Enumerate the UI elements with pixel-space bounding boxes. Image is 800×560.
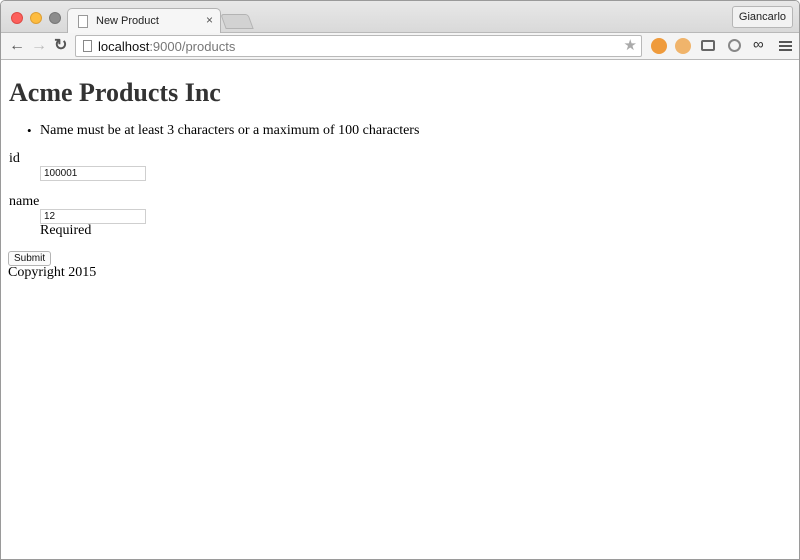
new-tab-button[interactable]: [220, 14, 254, 29]
menu-icon[interactable]: [779, 41, 792, 53]
minimize-window-button[interactable]: [30, 12, 42, 24]
browser-toolbar: ← → ↻ localhost:9000/products ★ ∞: [1, 33, 799, 60]
submit-button[interactable]: Submit: [8, 251, 52, 266]
id-field[interactable]: [40, 166, 146, 181]
browser-window: New Product × Giancarlo ← → ↻ localhost:…: [0, 0, 800, 560]
id-label: id: [9, 151, 20, 166]
close-icon[interactable]: ×: [206, 13, 213, 27]
cast-icon[interactable]: [701, 40, 715, 51]
url-text[interactable]: localhost:9000/products: [98, 39, 235, 54]
profile-button[interactable]: Giancarlo: [731, 6, 793, 28]
name-label: name: [9, 194, 40, 209]
close-window-button[interactable]: [11, 12, 23, 24]
page-icon: [83, 40, 92, 52]
tab-bar: New Product × Giancarlo: [1, 1, 799, 34]
name-field[interactable]: [40, 209, 146, 224]
tab-new-product[interactable]: New Product ×: [67, 8, 221, 34]
url-host: localhost: [98, 39, 150, 54]
extension-icon[interactable]: [675, 38, 691, 54]
reload-icon[interactable]: ↻: [54, 36, 67, 56]
name-help-text: Required: [40, 223, 92, 238]
extension-icon[interactable]: ∞: [753, 36, 764, 53]
page-icon: [78, 15, 88, 28]
extension-icon[interactable]: [728, 39, 741, 52]
page-content: Acme Products Inc Name must be at least …: [1, 61, 799, 559]
footer-copyright: Copyright 2015: [8, 265, 97, 280]
maximize-window-button[interactable]: [49, 12, 61, 24]
window-controls: [11, 12, 61, 24]
page-title: Acme Products Inc: [9, 78, 221, 107]
error-list: Name must be at least 3 characters or a …: [27, 123, 419, 139]
error-message: Name must be at least 3 characters or a …: [27, 123, 419, 139]
forward-icon[interactable]: →: [31, 36, 47, 56]
extension-icon[interactable]: [651, 38, 667, 54]
star-icon[interactable]: ★: [624, 36, 637, 54]
tab-title: New Product: [96, 15, 159, 27]
url-path: :9000/products: [149, 39, 236, 54]
back-icon[interactable]: ←: [9, 36, 25, 56]
address-bar[interactable]: localhost:9000/products ★: [75, 35, 642, 57]
